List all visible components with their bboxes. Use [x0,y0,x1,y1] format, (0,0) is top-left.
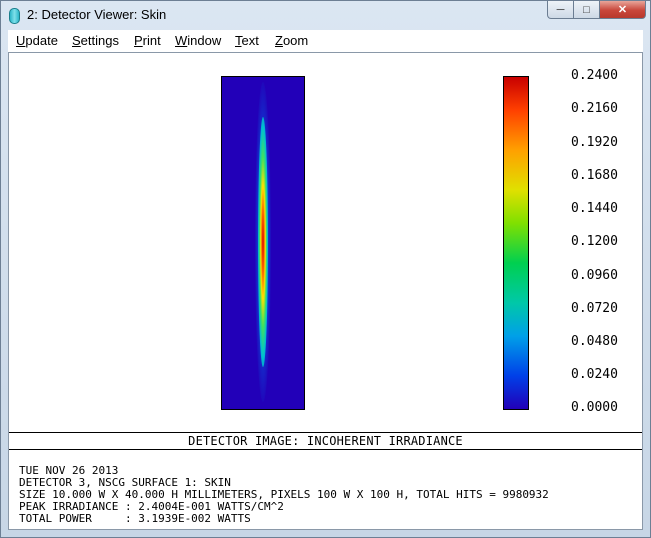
menu-text[interactable]: Text [235,33,259,48]
scale-label: 0.0480 [571,334,618,349]
menu-update[interactable]: Update [16,33,58,48]
scale-label: 0.0000 [571,400,618,415]
detector-plot-area: 0.2400 0.2160 0.1920 0.1680 0.1440 0.120… [8,52,643,530]
window-controls: ─ □ ✕ [547,1,646,19]
caption-divider-top [9,432,642,433]
irradiance-image [221,76,305,410]
scale-label: 0.1920 [571,135,618,150]
minimize-icon: ─ [556,3,565,16]
scale-label: 0.1680 [571,168,618,183]
app-icon[interactable] [9,8,20,24]
scale-label: 0.2400 [571,68,618,83]
beam-core [258,117,268,367]
color-scale-bar [503,76,529,410]
scale-label: 0.0240 [571,367,618,382]
menu-print[interactable]: Print [134,33,161,48]
window-title: 2: Detector Viewer: Skin [27,7,167,22]
maximize-icon: □ [583,3,590,16]
menu-settings[interactable]: Settings [72,33,119,48]
image-caption: DETECTOR IMAGE: INCOHERENT IRRADIANCE [188,434,463,448]
menu-zoom[interactable]: Zoom [275,33,308,48]
scale-label: 0.2160 [571,101,618,116]
scale-label: 0.1200 [571,234,618,249]
close-button[interactable]: ✕ [600,1,646,19]
info-total-power: TOTAL POWER : 3.1939E-002 WATTS [19,512,251,525]
caption-divider-bottom [9,449,642,450]
maximize-button[interactable]: □ [574,1,600,19]
menu-bar: Update Settings Print Window Text Zoom [8,30,643,52]
scale-label: 0.0720 [571,301,618,316]
detector-viewer-window: 2: Detector Viewer: Skin ─ □ ✕ Update Se… [0,0,651,538]
minimize-button[interactable]: ─ [547,1,574,19]
title-bar[interactable]: 2: Detector Viewer: Skin ─ □ ✕ [1,1,650,29]
close-icon: ✕ [617,4,628,16]
scale-label: 0.0960 [571,268,618,283]
menu-window[interactable]: Window [175,33,221,48]
scale-label: 0.1440 [571,201,618,216]
